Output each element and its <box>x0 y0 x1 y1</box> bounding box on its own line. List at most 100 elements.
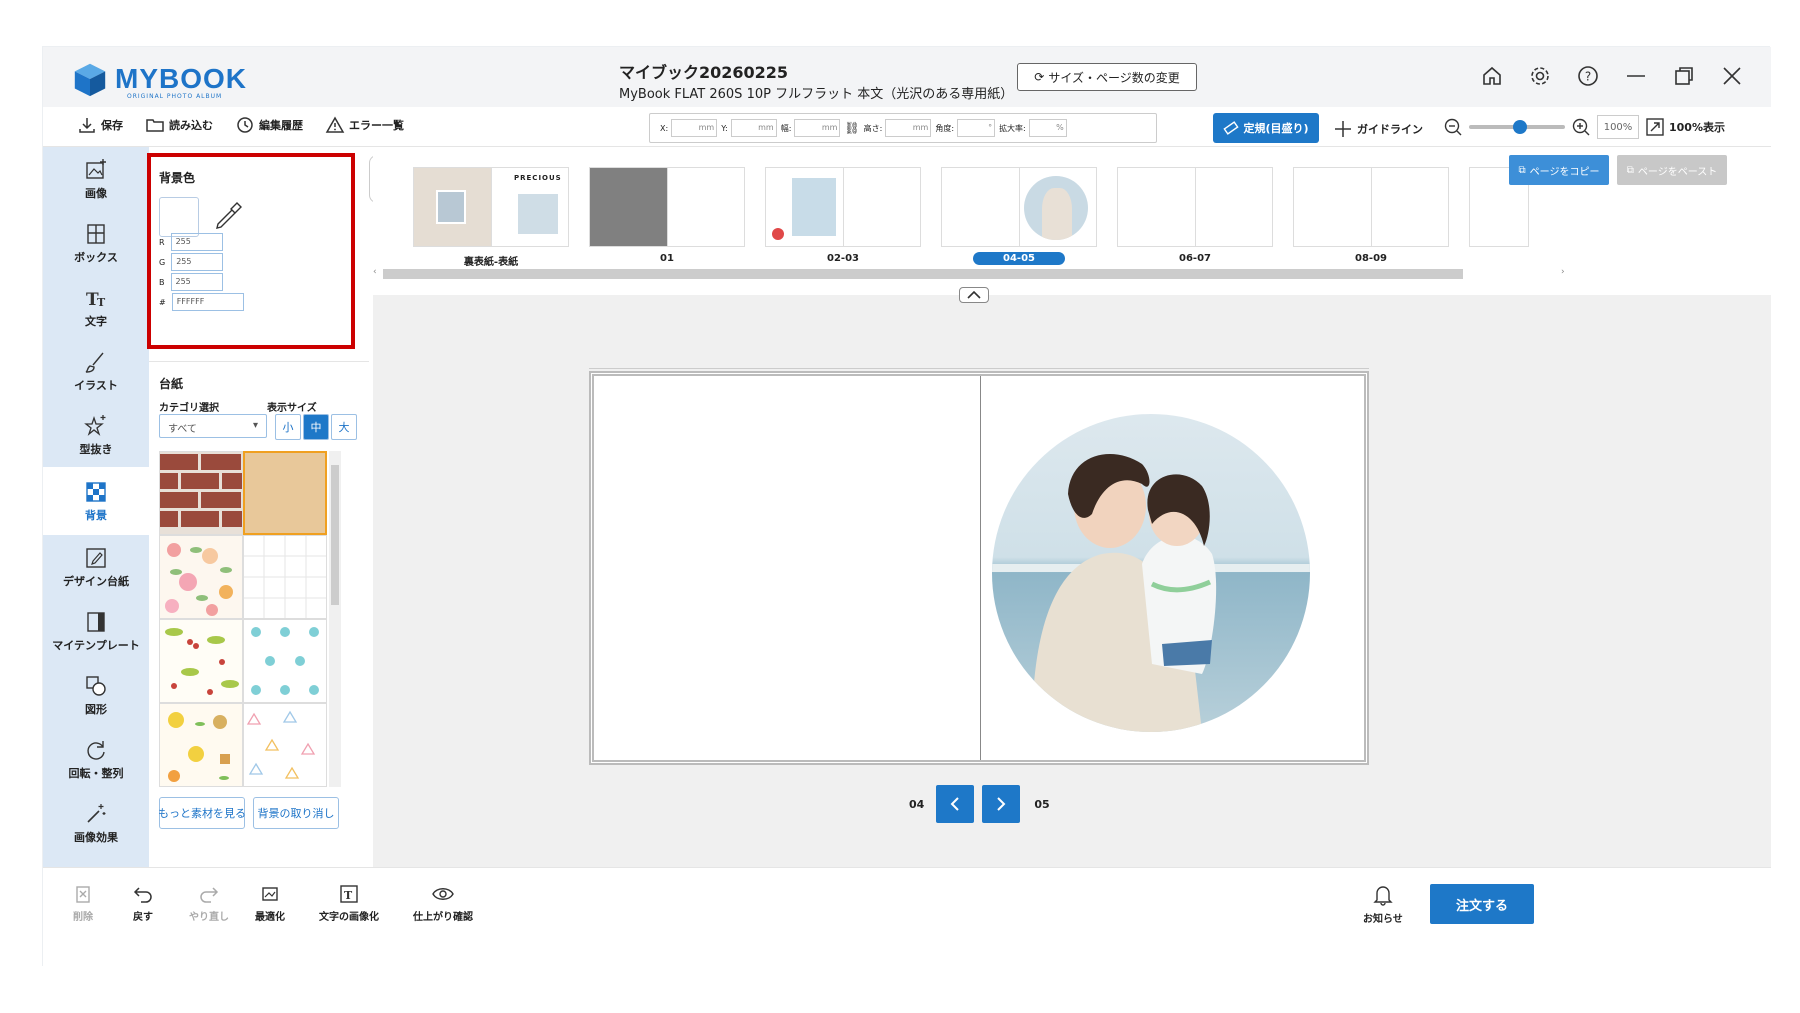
bg-color-title: 背景色 <box>159 171 196 185</box>
rail-item-rotate[interactable]: 回転・整列 <box>43 727 149 791</box>
angle-input[interactable]: ° <box>957 119 996 137</box>
delete-button[interactable]: 削除 <box>73 884 93 923</box>
load-label: 読み込む <box>169 119 213 132</box>
optimize-button[interactable]: 最適化 <box>255 884 285 923</box>
b-label: B <box>159 277 165 287</box>
zoom-out-icon[interactable] <box>1443 117 1463 137</box>
change-size-button[interactable]: ⟳ サイズ・ページ数の変更 <box>1017 63 1197 91</box>
zoom-in-icon[interactable] <box>1571 117 1591 137</box>
height-field-group: 高さ: mm <box>864 119 932 137</box>
category-select[interactable]: すべて ▾ <box>159 414 267 438</box>
clear-background-button[interactable]: 背景の取り消し <box>253 797 339 829</box>
rail-item-image[interactable]: 画像 <box>43 147 149 211</box>
bottom-bar: 削除 戻す やり直し 最適化 T 文字の画像化 仕上がり確認 お知らせ 注文する <box>43 867 1771 967</box>
height-input[interactable]: mm <box>885 119 932 137</box>
help-button[interactable]: ? <box>1573 61 1603 91</box>
thumb-page-02-03[interactable] <box>765 167 921 247</box>
delete-icon <box>76 886 90 903</box>
y-input[interactable]: mm <box>730 119 777 137</box>
redo-button[interactable]: やり直し <box>189 884 229 923</box>
circle-photo[interactable] <box>992 414 1310 732</box>
scroll-right-icon[interactable]: › <box>1561 267 1565 277</box>
hex-input[interactable]: FFFFFF <box>171 293 244 311</box>
home-button[interactable] <box>1477 61 1507 91</box>
rail-item-shapes[interactable]: 図形 <box>43 663 149 727</box>
minimize-button[interactable] <box>1621 61 1651 91</box>
thumb-page-01[interactable] <box>589 167 745 247</box>
tile-fruits[interactable] <box>159 703 243 787</box>
rail-item-cutout[interactable]: 型抜き <box>43 403 149 467</box>
paste-page-button[interactable]: ⧉ ページをペースト <box>1617 155 1727 185</box>
copy-page-label: ページをコピー <box>1529 166 1600 178</box>
background-panel: 背景色 R 255 G 255 B 255 # FFFFFF 台紙 カテゴリ選択 表示サ… <box>147 147 369 967</box>
rail-label-box: ボックス <box>74 251 118 264</box>
x-input[interactable]: mm <box>671 119 718 137</box>
rail-item-design-mount[interactable]: デザイン台紙 <box>43 535 149 599</box>
zoom-percent-field[interactable]: 100% <box>1597 115 1639 139</box>
more-materials-button[interactable]: もっと素材を見る <box>158 797 246 829</box>
ruler-toggle-button[interactable]: 定規(目盛り) <box>1213 113 1319 143</box>
order-button[interactable]: 注文する <box>1430 884 1534 924</box>
close-button[interactable] <box>1717 61 1747 91</box>
page-navigation: 04 05 <box>909 785 1050 823</box>
tile-grid[interactable] <box>243 535 327 619</box>
thumb-cover[interactable]: PRECIOUS <box>413 167 569 247</box>
rail-item-background[interactable]: 背景 <box>43 467 149 535</box>
guideline-button[interactable]: ガイドライン <box>1333 119 1423 139</box>
thumb-page-08-09[interactable] <box>1293 167 1449 247</box>
maximize-button[interactable] <box>1669 61 1699 91</box>
page-05-circle-photo <box>1024 176 1088 240</box>
size-large-button[interactable]: 大 <box>331 414 357 440</box>
magic-wand-icon <box>87 804 106 823</box>
scroll-left-icon[interactable]: ‹ <box>373 267 377 277</box>
b-input[interactable]: 255 <box>170 273 223 291</box>
zoom-slider[interactable] <box>1469 120 1565 134</box>
rail-item-text[interactable]: TT 文字 <box>43 275 149 339</box>
collapse-thumbnails-button[interactable] <box>959 287 989 303</box>
hex-row: # FFFFFF <box>159 293 244 311</box>
rail-item-effects[interactable]: 画像効果 <box>43 791 149 855</box>
tiles-scrollbar-thumb[interactable] <box>331 465 339 605</box>
text-to-image-button[interactable]: T 文字の画像化 <box>319 884 379 923</box>
scale-input[interactable]: % <box>1028 119 1067 137</box>
toolbar: 保存 読み込む 編集履歴 エラー一覧 X: mm Y: mm 幅: mm ⛓ 高さ: m… <box>43 107 1771 147</box>
next-page-button[interactable] <box>982 785 1021 823</box>
tile-kraft[interactable] <box>243 451 327 535</box>
tile-floral[interactable] <box>159 535 243 619</box>
r-input[interactable]: 255 <box>170 233 223 251</box>
thumb-page-06-07[interactable] <box>1117 167 1273 247</box>
tiles-scrollbar[interactable] <box>329 451 341 787</box>
thumb-page-04-05[interactable] <box>941 167 1097 247</box>
fit-100-button[interactable]: 100%表示 <box>1645 117 1725 137</box>
zoom-slider-handle[interactable] <box>1513 120 1527 134</box>
history-button[interactable]: 編集履歴 <box>235 115 303 135</box>
rail-item-box[interactable]: ボックス <box>43 211 149 275</box>
ruler-icon <box>1223 121 1240 135</box>
left-page[interactable] <box>594 376 980 760</box>
copy-page-button[interactable]: ⧉ ページをコピー <box>1509 155 1609 185</box>
rail-item-template[interactable]: マイテンプレート <box>43 599 149 663</box>
thumbnail-scrollbar[interactable] <box>383 269 1463 279</box>
tile-brick[interactable] <box>159 451 243 535</box>
error-list-button[interactable]: エラー一覧 <box>325 115 404 135</box>
size-small-button[interactable]: 小 <box>275 414 301 440</box>
width-input[interactable]: mm <box>794 119 841 137</box>
eyedropper-icon[interactable] <box>211 199 245 233</box>
load-button[interactable]: 読み込む <box>145 115 213 135</box>
preview-button[interactable]: 仕上がり確認 <box>413 884 473 923</box>
tile-triangles[interactable] <box>243 703 327 787</box>
page-02-flower <box>772 228 784 240</box>
chevron-right-icon <box>997 797 1006 811</box>
g-input[interactable]: 255 <box>171 253 224 271</box>
rail-item-illust[interactable]: イラスト <box>43 339 149 403</box>
undo-button[interactable]: 戻す <box>133 884 153 923</box>
notifications-button[interactable]: お知らせ <box>1363 884 1403 925</box>
link-aspect-icon[interactable]: ⛓ <box>844 121 859 135</box>
tile-dots[interactable] <box>243 619 327 703</box>
prev-page-button[interactable] <box>936 785 975 823</box>
save-button[interactable]: 保存 <box>77 115 123 135</box>
tile-berries[interactable] <box>159 619 243 703</box>
settings-button[interactable] <box>1525 61 1555 91</box>
size-medium-button[interactable]: 中 <box>303 414 329 440</box>
bg-color-swatch[interactable] <box>159 197 199 237</box>
